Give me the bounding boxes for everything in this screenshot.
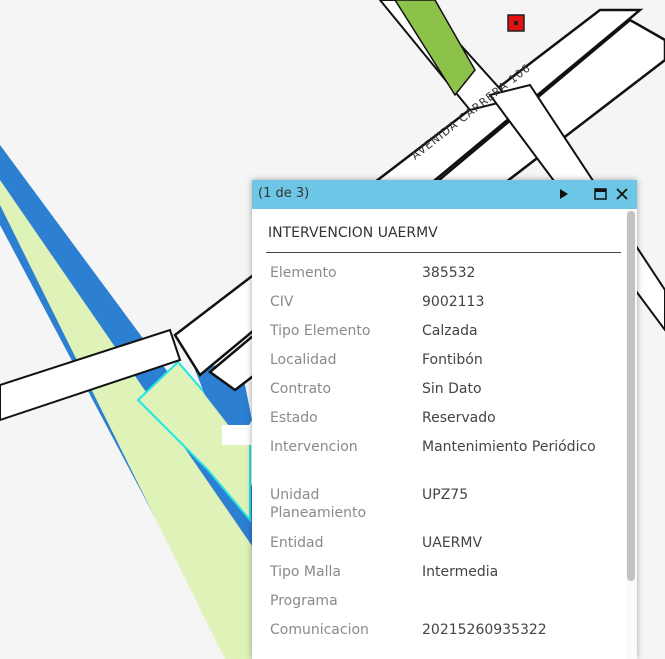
field-label: CIV	[270, 294, 294, 310]
field-value: 9002113	[422, 294, 485, 310]
field-label: Intervencion	[270, 439, 358, 455]
field-value: UPZ75	[422, 487, 469, 503]
field-value: Intermedia	[422, 564, 499, 580]
field-label: Comunicacion	[270, 622, 369, 638]
field-value: Fontibón	[422, 352, 483, 368]
road-patch	[222, 425, 252, 445]
title-divider	[266, 252, 621, 253]
field-label: Contrato	[270, 381, 332, 397]
field-label: Tipo Elemento	[270, 323, 371, 339]
field-value: Calzada	[422, 323, 478, 339]
field-label: Estado	[270, 410, 318, 426]
field-label: Entidad	[270, 535, 324, 551]
field-label: Localidad	[270, 352, 337, 368]
field-value: Mantenimiento Periódico	[422, 439, 596, 455]
popup-header: (1 de 3)	[252, 180, 637, 209]
field-value: 385532	[422, 265, 476, 281]
field-value: Sin Dato	[422, 381, 482, 397]
field-label: Programa	[270, 593, 338, 609]
feature-popup[interactable]: (1 de 3) INTERVENCION UAERMV Elemento 38…	[252, 180, 637, 659]
field-value: UAERMV	[422, 535, 483, 551]
scrollbar-thumb[interactable]	[627, 211, 635, 581]
map-marker-dot	[514, 21, 518, 25]
field-label: Elemento	[270, 265, 337, 281]
field-value: Reservado	[422, 410, 496, 426]
play-next-icon[interactable]	[554, 184, 574, 204]
field-label: Tipo Malla	[270, 564, 341, 580]
popup-title: INTERVENCION UAERMV	[268, 225, 438, 241]
field-label: Unidad Planeamiento	[270, 487, 367, 521]
close-icon[interactable]	[612, 184, 632, 204]
maximize-icon[interactable]	[590, 184, 610, 204]
popup-count: (1 de 3)	[258, 186, 310, 201]
popup-body: INTERVENCION UAERMV Elemento 385532 CIV …	[252, 209, 637, 659]
field-value: 20215260935322	[422, 622, 547, 638]
